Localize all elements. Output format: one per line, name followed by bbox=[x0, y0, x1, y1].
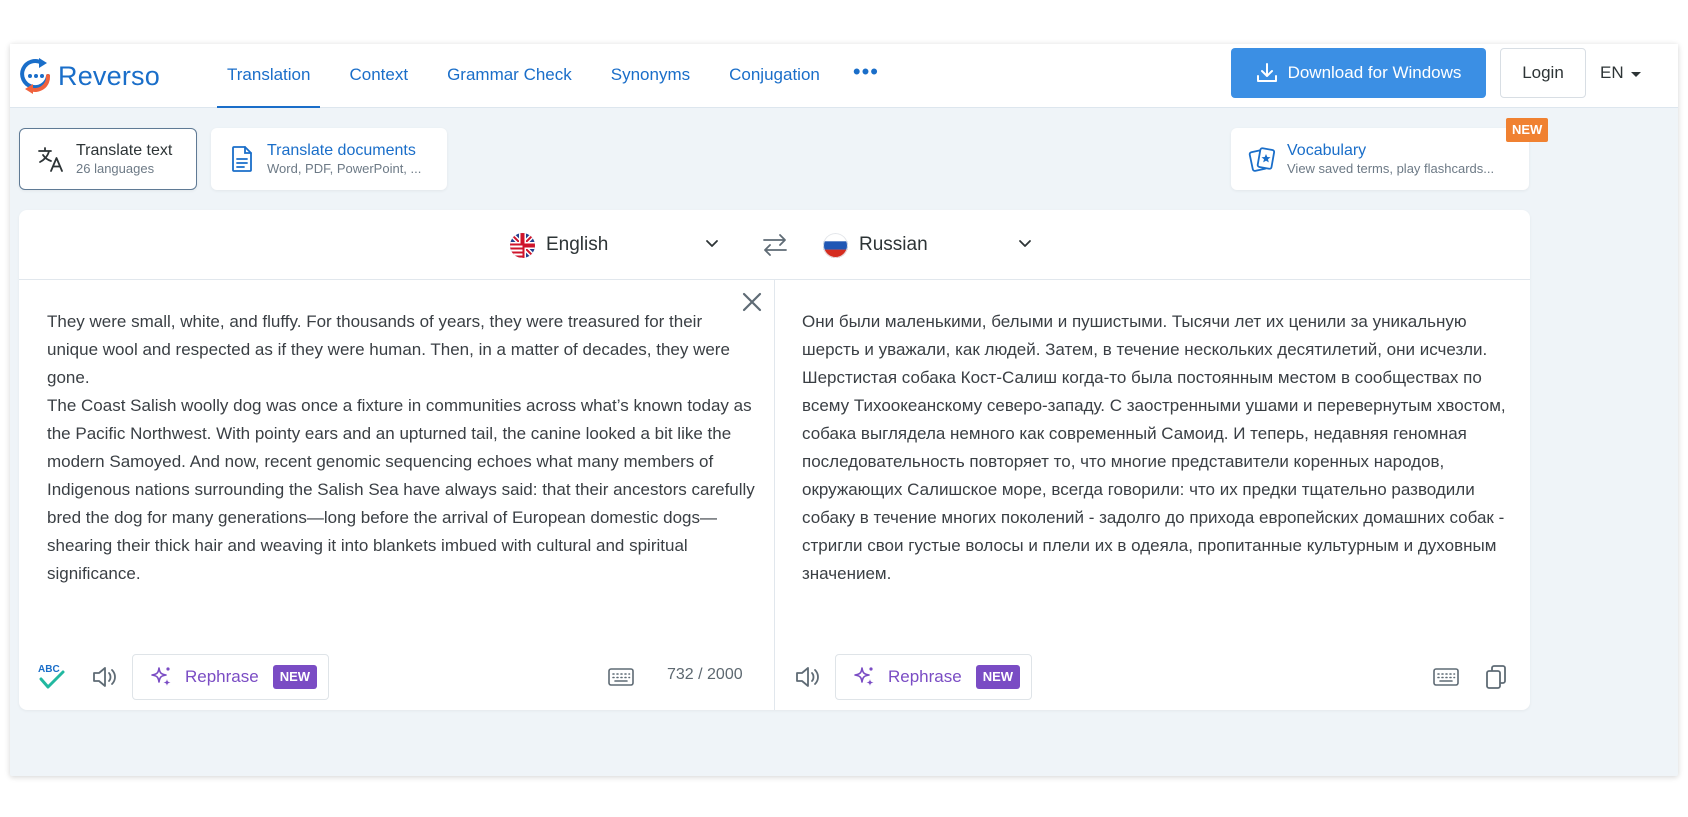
sparkle-icon bbox=[151, 667, 171, 686]
translate-text-title: Translate text bbox=[76, 142, 173, 159]
speaker-icon[interactable] bbox=[792, 662, 822, 692]
spellcheck-icon[interactable]: ABC bbox=[35, 660, 69, 694]
uk-flag-icon bbox=[510, 232, 535, 258]
reverso-logo-icon bbox=[20, 58, 51, 94]
rephrase-target-button[interactable]: Rephrase NEW bbox=[835, 654, 1032, 700]
app-frame: Reverso Translation Context Grammar Chec… bbox=[10, 44, 1678, 776]
target-language-select[interactable]: Russian bbox=[823, 230, 1035, 260]
flashcards-icon bbox=[1247, 144, 1277, 174]
translate-documents-subtitle: Word, PDF, PowerPoint, ... bbox=[267, 161, 422, 176]
translate-text-card[interactable]: Translate text 26 languages bbox=[19, 128, 197, 190]
swap-languages-icon[interactable] bbox=[761, 232, 789, 258]
chevron-down-icon bbox=[1019, 240, 1031, 247]
download-windows-button[interactable]: Download for Windows bbox=[1231, 48, 1486, 98]
keyboard-icon[interactable] bbox=[1432, 665, 1460, 689]
sparkle-icon bbox=[854, 667, 874, 686]
nav-translation[interactable]: Translation bbox=[217, 44, 321, 108]
keyboard-icon[interactable] bbox=[607, 665, 635, 689]
document-icon bbox=[227, 144, 257, 174]
nav-synonyms[interactable]: Synonyms bbox=[601, 44, 700, 108]
login-button[interactable]: Login bbox=[1500, 48, 1586, 98]
reverso-logo[interactable]: Reverso bbox=[20, 54, 160, 98]
translate-documents-card[interactable]: Translate documents Word, PDF, PowerPoin… bbox=[211, 128, 447, 190]
vocabulary-card[interactable]: Vocabulary View saved terms, play flashc… bbox=[1231, 128, 1529, 190]
rephrase-new-badge: NEW bbox=[272, 665, 318, 689]
download-label: Download for Windows bbox=[1287, 63, 1462, 82]
speaker-icon[interactable] bbox=[89, 662, 119, 692]
top-header: Reverso Translation Context Grammar Chec… bbox=[10, 44, 1678, 108]
brand-name: Reverso bbox=[58, 60, 160, 91]
vocabulary-title: Vocabulary bbox=[1287, 142, 1367, 159]
ui-language-dropdown[interactable]: EN bbox=[1600, 48, 1641, 98]
rephrase-label: Rephrase bbox=[185, 667, 259, 686]
chevron-down-icon bbox=[706, 240, 718, 247]
translator-panel: English Russian They were small, white, … bbox=[19, 210, 1530, 710]
copy-icon[interactable] bbox=[1483, 662, 1509, 692]
russia-flag-icon bbox=[823, 232, 848, 258]
target-language-label: Russian bbox=[859, 234, 928, 255]
nav-more-icon[interactable]: ••• bbox=[849, 44, 883, 108]
ui-language-label: EN bbox=[1600, 63, 1624, 82]
translate-documents-title: Translate documents bbox=[267, 142, 416, 159]
source-text-input[interactable]: They were small, white, and fluffy. For … bbox=[47, 308, 757, 588]
nav-context[interactable]: Context bbox=[339, 44, 418, 108]
nav-grammar-check[interactable]: Grammar Check bbox=[437, 44, 582, 108]
translated-text-output: Они были маленькими, белыми и пушистыми.… bbox=[802, 312, 1506, 583]
close-icon[interactable] bbox=[740, 290, 764, 314]
rephrase-source-button[interactable]: Rephrase NEW bbox=[132, 654, 329, 700]
nav-conjugation[interactable]: Conjugation bbox=[719, 44, 830, 108]
rephrase-label: Rephrase bbox=[888, 667, 962, 686]
source-language-label: English bbox=[546, 234, 609, 255]
panel-divider bbox=[774, 280, 775, 710]
translate-icon bbox=[36, 144, 66, 174]
language-bar: English Russian bbox=[19, 210, 1530, 280]
vocabulary-new-badge: NEW bbox=[1506, 118, 1549, 142]
rephrase-new-badge: NEW bbox=[975, 665, 1021, 689]
caret-down-icon bbox=[1630, 71, 1641, 77]
vocabulary-subtitle: View saved terms, play flashcards... bbox=[1287, 161, 1495, 176]
character-count: 732 / 2000 bbox=[667, 666, 743, 683]
spellcheck-abc-label: ABC bbox=[38, 664, 60, 675]
translate-text-subtitle: 26 languages bbox=[76, 161, 155, 176]
source-language-select[interactable]: English bbox=[510, 230, 722, 260]
main-nav: Translation Context Grammar Check Synony… bbox=[217, 44, 883, 108]
download-icon bbox=[1256, 63, 1277, 82]
